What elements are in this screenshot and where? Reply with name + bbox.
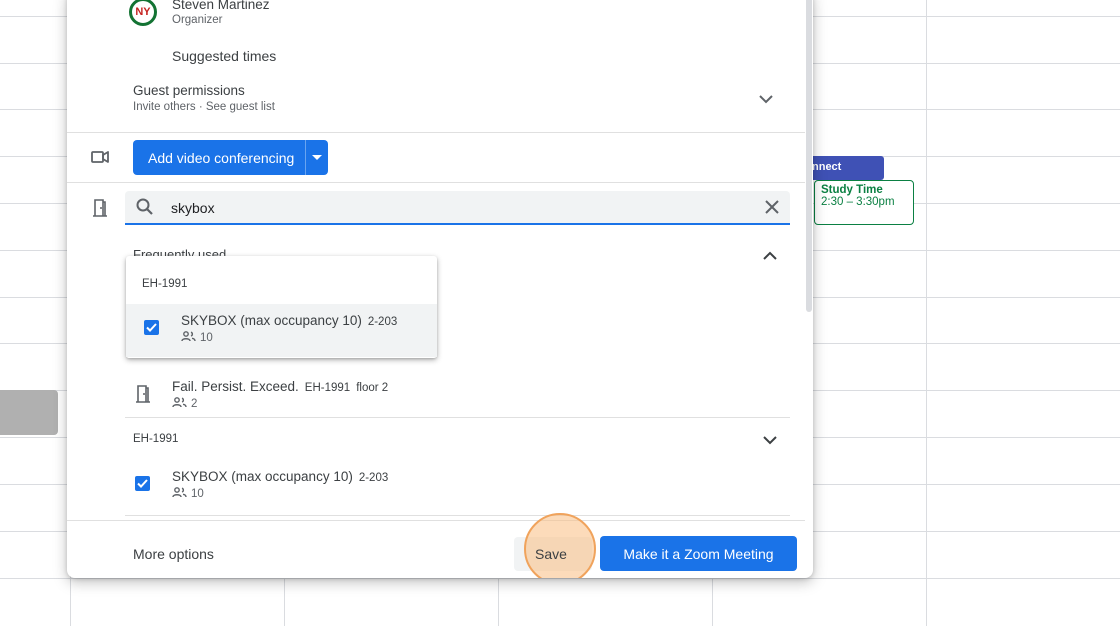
divider [125,417,790,418]
room-door-icon [132,383,154,405]
calendar-event-blue[interactable]: nnect [806,156,884,180]
guest-permissions-title: Guest permissions [133,83,245,98]
room-capacity: 10 [172,487,204,501]
room-meta: 2-203 [358,472,389,484]
divider [67,132,805,133]
organizer-role: Organizer [172,14,223,26]
room-capacity: 10 [181,331,213,345]
room-title: SKYBOX (max occupancy 10) [172,469,353,484]
footer-divider [67,520,805,521]
room-capacity: 2 [172,397,197,411]
checkmark-icon [137,479,148,488]
room-search-input[interactable] [171,198,731,218]
divider [125,515,790,516]
suggested-times-link[interactable]: Suggested times [172,48,276,64]
calendar-event-gray[interactable] [0,390,58,435]
zoom-meeting-button[interactable]: Make it a Zoom Meeting [600,536,797,571]
room-title: SKYBOX (max occupancy 10) [181,313,362,328]
guest-permissions-subtitle: Invite others · See guest list [133,101,275,113]
video-camera-icon [89,146,111,168]
organizer-name: Steven Martinez [172,0,270,12]
grid-column [926,0,927,626]
checkmark-icon [146,323,157,332]
room-building: EH-1991 [304,382,351,394]
people-icon [172,487,187,501]
room-suggestion-popup: EH-1991 SKYBOX (max occupancy 10) 2-203 1… [126,256,437,358]
caret-down-icon[interactable] [312,155,322,160]
popup-section-label: EH-1991 [142,278,188,290]
capacity-count: 2 [191,398,198,410]
event-title: Study Time [821,184,883,196]
room-checkbox[interactable] [144,320,159,335]
building-section-label: EH-1991 [133,433,179,445]
calendar-event-study-time[interactable]: Study Time 2:30 – 3:30pm [814,180,914,225]
button-label: Add video conferencing [148,149,295,166]
room-title: Fail. Persist. Exceed. [172,379,299,394]
chevron-down-icon[interactable] [760,430,780,450]
room-checkbox[interactable] [135,476,150,491]
grid-line [0,578,1120,579]
people-icon [172,397,187,411]
room-meta: 2-203 [367,316,398,328]
capacity-count: 10 [191,488,204,500]
room-floor: floor 2 [356,382,389,394]
room-name: SKYBOX (max occupancy 10) 2-203 [181,313,397,328]
chevron-up-icon[interactable] [760,245,780,265]
popup-room-option[interactable]: SKYBOX (max occupancy 10) 2-203 10 [126,304,437,357]
more-options-button[interactable]: More options [133,546,214,562]
event-title: nnect [812,161,842,173]
avatar-text: NY [135,6,151,18]
organizer-avatar: NY [129,0,157,26]
chevron-down-icon[interactable] [756,89,776,109]
room-name: SKYBOX (max occupancy 10) 2-203 [172,469,388,484]
room-search-box[interactable] [125,191,790,225]
add-video-conferencing-button[interactable]: Add video conferencing [133,140,328,175]
close-icon[interactable] [762,197,782,222]
people-icon [181,331,196,345]
event-time: 2:30 – 3:30pm [821,196,895,208]
button-label: Make it a Zoom Meeting [623,545,774,562]
room-name: Fail. Persist. Exceed. EH-1991 floor 2 [172,379,388,394]
capacity-count: 10 [200,332,213,344]
search-icon [135,197,155,222]
room-door-icon [89,197,111,219]
scrollbar[interactable] [806,0,812,312]
divider [67,182,805,183]
divider [305,140,306,175]
save-button[interactable]: Save [535,546,567,562]
